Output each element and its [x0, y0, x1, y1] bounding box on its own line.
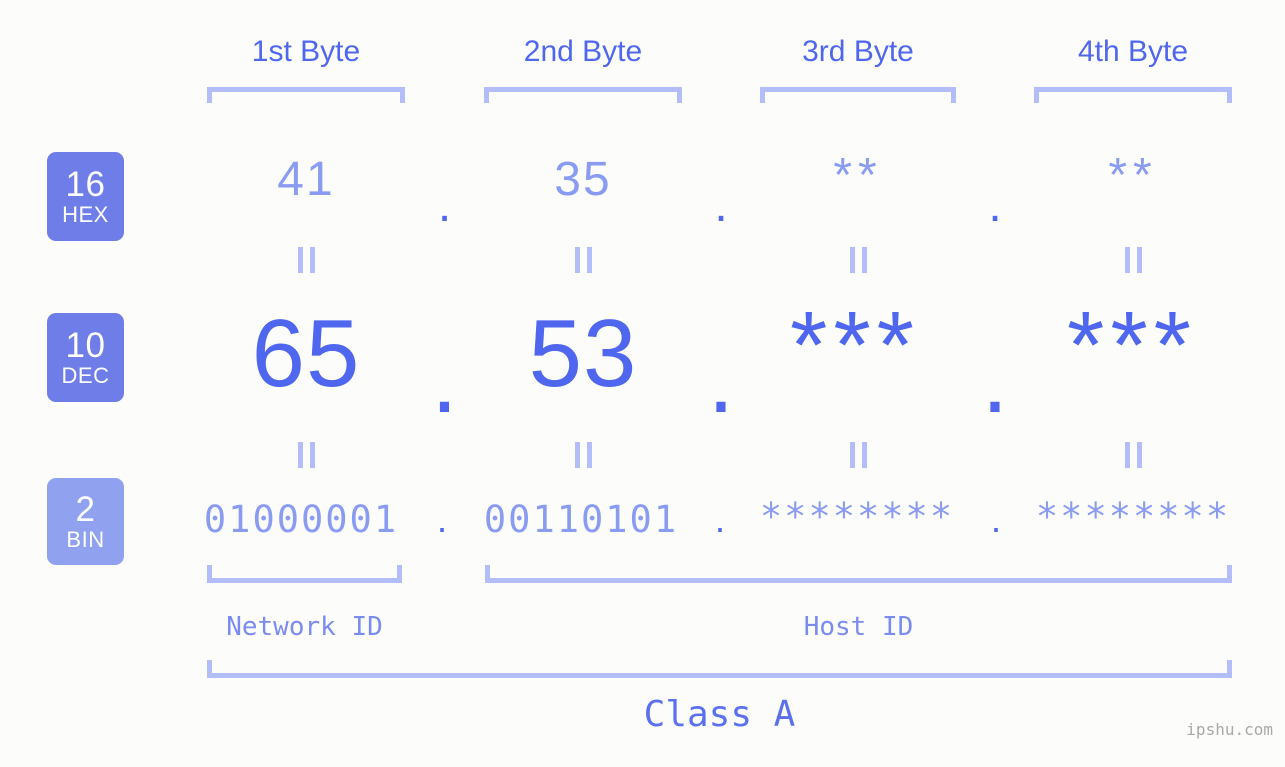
- byte-header-1: 1st Byte: [251, 35, 361, 68]
- byte-bracket-2: [484, 87, 682, 103]
- bin-byte-1: 01000001: [203, 498, 399, 541]
- dec-separator-2: .: [707, 326, 735, 433]
- bin-byte-3: ********: [759, 495, 955, 538]
- base-badge-bin-number: 2: [75, 489, 96, 529]
- equals-hex-dec-4: [1034, 247, 1232, 273]
- equals-hex-dec-1: [207, 247, 405, 273]
- class-bracket: [207, 660, 1232, 678]
- hex-separator-3: .: [988, 179, 1002, 232]
- dec-separator-1: .: [431, 326, 458, 433]
- hex-byte-2: 35: [554, 153, 612, 206]
- host-id-bracket: [485, 565, 1232, 583]
- byte-header-4: 4th Byte: [1077, 35, 1189, 68]
- hex-byte-4: **: [1108, 149, 1158, 202]
- equals-dec-bin-3: [760, 442, 956, 468]
- equals-hex-dec-3: [760, 247, 956, 273]
- hex-separator-1: .: [437, 179, 452, 232]
- equals-dec-bin-4: [1034, 442, 1232, 468]
- base-badge-hex-name: HEX: [62, 201, 109, 227]
- base-badge-dec-number: 10: [65, 325, 106, 365]
- equals-dec-bin-2: [484, 442, 682, 468]
- host-id-label: Host ID: [803, 612, 914, 642]
- base-badge-dec[interactable]: 10 DEC: [47, 313, 124, 402]
- network-id-bracket: [207, 565, 402, 583]
- hex-separator-2: .: [714, 179, 728, 232]
- ip-breakdown-diagram: 1st Byte 2nd Byte 3rd Byte 4th Byte 16 H…: [0, 0, 1285, 767]
- hex-byte-1: 41: [277, 153, 335, 206]
- dec-byte-2: 53: [528, 300, 638, 407]
- base-badge-bin[interactable]: 2 BIN: [47, 478, 124, 565]
- byte-bracket-4: [1034, 87, 1232, 103]
- dec-byte-4: ***: [1066, 292, 1198, 399]
- bin-byte-4: ********: [1035, 495, 1231, 538]
- network-id-label: Network ID: [226, 612, 383, 642]
- watermark: ipshu.com: [1186, 720, 1273, 739]
- dec-separator-3: .: [981, 326, 1009, 433]
- base-badge-hex-number: 16: [65, 164, 106, 204]
- bin-separator-2: .: [714, 499, 726, 540]
- bin-separator-1: .: [436, 499, 448, 540]
- dec-byte-3: ***: [789, 292, 921, 399]
- byte-header-3: 3rd Byte: [802, 35, 914, 68]
- byte-bracket-3: [760, 87, 956, 103]
- dec-byte-1: 65: [251, 300, 361, 407]
- byte-bracket-1: [207, 87, 405, 103]
- equals-dec-bin-1: [207, 442, 405, 468]
- byte-header-2: 2nd Byte: [523, 35, 643, 68]
- base-badge-hex[interactable]: 16 HEX: [47, 152, 124, 241]
- base-badge-dec-name: DEC: [61, 362, 110, 388]
- class-label: Class A: [643, 694, 796, 735]
- bin-separator-3: .: [990, 499, 1002, 540]
- bin-byte-2: 00110101: [483, 498, 679, 541]
- hex-byte-3: **: [833, 149, 883, 202]
- equals-hex-dec-2: [484, 247, 682, 273]
- base-badge-bin-name: BIN: [66, 526, 105, 552]
